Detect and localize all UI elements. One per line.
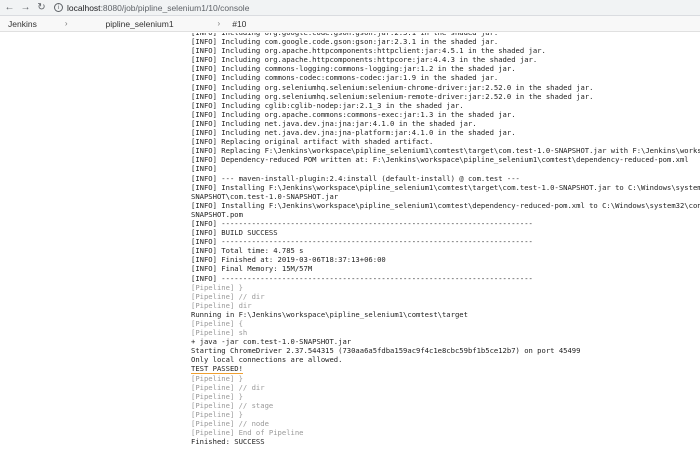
breadcrumb-separator-icon: › (217, 19, 221, 28)
console-line: [INFO] Total time: 4.785 s (191, 246, 304, 256)
console-line: [INFO] --- maven-install-plugin:2.4:inst… (191, 173, 520, 183)
console-line: [Pipeline] sh (191, 328, 248, 338)
console-line: [INFO] Installing F:\Jenkins\workspace\p… (191, 182, 700, 192)
info-icon[interactable]: i (54, 3, 63, 12)
test-passed-line: TEST PASSED! (191, 364, 700, 375)
console-line: [INFO] Including commons-logging:commons… (191, 64, 516, 74)
url-path: :8080/job/pipline_selenium1/10/console (100, 2, 250, 13)
console-line: [INFO] Including cglib:cglib-nodep:jar:2… (191, 100, 464, 110)
console-line: [Pipeline] } (191, 282, 243, 292)
console-line: Finished: SUCCESS (191, 437, 265, 447)
console-line: [INFO] Finished at: 2019-03-06T18:37:13+… (191, 255, 386, 265)
console-line: [INFO] Including org.apache.commons:comm… (191, 109, 516, 119)
breadcrumb-build[interactable]: #10 (224, 19, 254, 29)
browser-toolbar: ← → ↻ i localhost:8080/job/pipline_selen… (0, 0, 700, 16)
console-line: [INFO] Final Memory: 15M/57M (191, 264, 313, 274)
console-line: [INFO] Including net.java.dev.jna:jna:ja… (191, 118, 477, 128)
console-output: [INFO] Including org.google.code.gson:gs… (191, 33, 700, 472)
console-line: SNAPSHOT.pom (191, 209, 243, 219)
console-line: + java -jar com.test-1.0-SNAPSHOT.jar (191, 337, 352, 347)
console-line: [INFO] BUILD SUCCESS (191, 228, 278, 238)
console-line: [INFO] Including org.apache.httpcomponen… (191, 55, 538, 65)
console-line: [Pipeline] // dir (191, 291, 265, 301)
console-line: [INFO] Including commons-codec:commons-c… (191, 73, 499, 83)
console-line: [Pipeline] // stage (191, 400, 274, 410)
console-line: [INFO] (191, 164, 217, 174)
console-line: Starting ChromeDriver 2.37.544315 (730aa… (191, 346, 581, 356)
console-line: [Pipeline] End of Pipeline (191, 428, 304, 438)
console-line: [INFO] Replacing original artifact with … (191, 137, 434, 147)
console-line: Only local connections are allowed. (191, 355, 343, 365)
console-line: [INFO] Installing F:\Jenkins\workspace\p… (191, 200, 700, 210)
console-line: [INFO] Including com.google.code.gson:gs… (191, 37, 499, 47)
breadcrumb: Jenkins › pipline_selenium1 › #10 (0, 16, 700, 32)
console-line: [Pipeline] { (191, 319, 243, 328)
back-arrow-icon[interactable]: ← (3, 1, 16, 14)
console-line: [INFO] Including org.apache.httpcomponen… (191, 46, 546, 56)
console-line: SNAPSHOT\com.test-1.0-SNAPSHOT.jar (191, 191, 339, 201)
console-line: [Pipeline] // node (191, 419, 269, 429)
console-line: [Pipeline] } (191, 391, 243, 401)
console-line: [INFO] ---------------------------------… (191, 218, 533, 228)
console-line: [INFO] Including org.seleniumhq.selenium… (191, 91, 594, 101)
url-host: localhost (67, 2, 101, 13)
console-line: [Pipeline] dir (191, 300, 252, 310)
reload-icon[interactable]: ↻ (35, 1, 48, 14)
forward-arrow-icon[interactable]: → (19, 1, 32, 14)
address-bar[interactable]: i localhost:8080/job/pipline_selenium1/1… (54, 2, 249, 14)
console-line: [INFO] Including net.java.dev.jna:jna-pl… (191, 128, 516, 138)
console-line: [Pipeline] } (191, 373, 243, 383)
console-line: [Pipeline] // dir (191, 382, 265, 392)
console-line: [INFO] Replacing F:\Jenkins\workspace\pi… (191, 146, 700, 156)
console-line: [INFO] ---------------------------------… (191, 237, 533, 247)
breadcrumb-separator-icon: › (64, 19, 68, 28)
console-line: [INFO] Including org.seleniumhq.selenium… (191, 82, 594, 92)
console-line: [INFO] ---------------------------------… (191, 273, 533, 283)
breadcrumb-job[interactable]: pipline_selenium1 (98, 19, 182, 29)
breadcrumb-jenkins[interactable]: Jenkins (0, 19, 45, 29)
console-line: Running in F:\Jenkins\workspace\pipline_… (191, 309, 468, 319)
console-line: [Pipeline] } (191, 409, 243, 419)
console-line: [INFO] Dependency-reduced POM written at… (191, 155, 689, 165)
